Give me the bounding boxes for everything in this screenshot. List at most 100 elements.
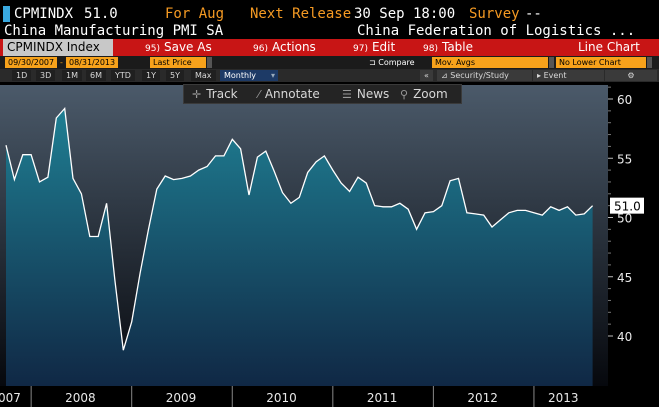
settings-button[interactable]: ⚙ [605,70,657,81]
security-study-button[interactable]: ⊿ Security/Study [437,70,532,81]
data-point[interactable] [306,171,309,174]
data-point[interactable] [281,191,284,194]
period-button-6m[interactable]: 6M [86,70,106,81]
data-point[interactable] [289,202,292,205]
data-point[interactable] [256,156,259,159]
collapse-button[interactable]: « [420,70,433,81]
data-point[interactable] [482,214,485,217]
data-point[interactable] [155,188,158,191]
period-button-3d[interactable]: 3D [36,70,56,81]
track-tool[interactable]: ✛ Track [192,85,238,103]
data-point[interactable] [491,226,494,229]
annotate-tool[interactable]: ⁄ Annotate [258,85,320,103]
pmi-line-chart[interactable]: 404550556051.0 007 2008 2009 2010 2011 2012 20… [0,85,659,407]
price-field-dropdown[interactable] [207,57,212,68]
data-point[interactable] [147,228,150,231]
data-point[interactable] [415,228,418,231]
actions-button[interactable]: 96) Actions [253,39,316,56]
data-point[interactable] [382,205,385,208]
data-point[interactable] [46,176,49,179]
data-point[interactable] [21,153,24,156]
data-point[interactable] [432,210,435,213]
data-point[interactable] [80,192,83,195]
lower-chart-select[interactable]: No Lower Chart [556,57,646,68]
data-point[interactable] [273,170,276,173]
period-button-1y[interactable]: 1Y [142,70,160,81]
save-as-button[interactable]: 95) Save As [145,39,212,56]
data-point[interactable] [164,175,167,178]
data-point[interactable] [97,235,100,238]
frequency-select[interactable]: Monthly ▾ [220,70,278,81]
data-point[interactable] [323,154,326,157]
mov-avgs-dropdown[interactable] [549,57,554,68]
data-point[interactable] [407,208,410,211]
data-point[interactable] [365,182,368,185]
price-field-select[interactable]: Last Price [150,57,206,68]
data-point[interactable] [340,182,343,185]
data-point[interactable] [449,179,452,182]
command-cursor[interactable] [3,6,10,22]
edit-button[interactable]: 97) Edit [353,39,395,56]
data-point[interactable] [524,209,527,212]
data-point[interactable] [558,209,561,212]
data-point[interactable] [248,194,251,197]
data-point[interactable] [507,211,510,214]
data-point[interactable] [139,272,142,275]
data-point[interactable] [357,176,360,179]
data-point[interactable] [566,205,569,208]
data-point[interactable] [474,212,477,215]
data-point[interactable] [206,165,209,168]
data-point[interactable] [172,178,175,181]
data-point[interactable] [373,204,376,207]
period-button-5y[interactable]: 5Y [166,70,184,81]
table-button[interactable]: 98) Table [423,39,473,56]
data-point[interactable] [390,205,393,208]
end-date-field[interactable]: 08/31/2013 [66,57,118,68]
data-point[interactable] [38,180,41,183]
data-point[interactable] [457,177,460,180]
data-point[interactable] [197,169,200,172]
data-point[interactable] [398,202,401,205]
data-point[interactable] [189,175,192,178]
data-point[interactable] [55,117,58,120]
data-point[interactable] [264,150,267,153]
data-point[interactable] [315,160,318,163]
zoom-tool[interactable]: ⚲ Zoom [400,85,448,103]
data-point[interactable] [424,211,427,214]
data-point[interactable] [298,196,301,199]
event-button[interactable]: ▸ Event [533,70,604,81]
news-tool[interactable]: ☰ News [342,85,389,103]
data-point[interactable] [583,212,586,215]
data-point[interactable] [181,177,184,180]
data-point[interactable] [13,178,16,181]
data-point[interactable] [499,218,502,221]
data-point[interactable] [105,202,108,205]
compare-button[interactable]: ⊐ Compare [366,57,418,68]
ticker-field[interactable]: CPMINDX Index [3,39,113,56]
data-point[interactable] [122,349,125,352]
data-point[interactable] [549,205,552,208]
mov-avgs-field[interactable]: Mov. Avgs [432,57,548,68]
period-button-1d[interactable]: 1D [12,70,32,81]
data-point[interactable] [541,214,544,217]
data-point[interactable] [214,154,217,157]
data-point[interactable] [113,279,116,282]
data-point[interactable] [30,153,33,156]
data-point[interactable] [231,138,234,141]
period-button-ytd[interactable]: YTD [111,70,135,81]
period-button-max[interactable]: Max [191,70,216,81]
data-point[interactable] [591,204,594,207]
data-point[interactable] [222,154,225,157]
lower-chart-dropdown[interactable] [647,57,652,68]
data-point[interactable] [440,204,443,207]
start-date-field[interactable]: 09/30/2007 [5,57,57,68]
data-point[interactable] [239,147,242,150]
data-point[interactable] [348,190,351,193]
data-point[interactable] [63,107,66,110]
data-point[interactable] [130,320,133,323]
data-point[interactable] [532,211,535,214]
data-point[interactable] [574,214,577,217]
data-point[interactable] [331,169,334,172]
ticker-symbol[interactable]: CPMINDX [14,6,73,22]
chart-type-button[interactable]: Line Chart [578,39,640,56]
